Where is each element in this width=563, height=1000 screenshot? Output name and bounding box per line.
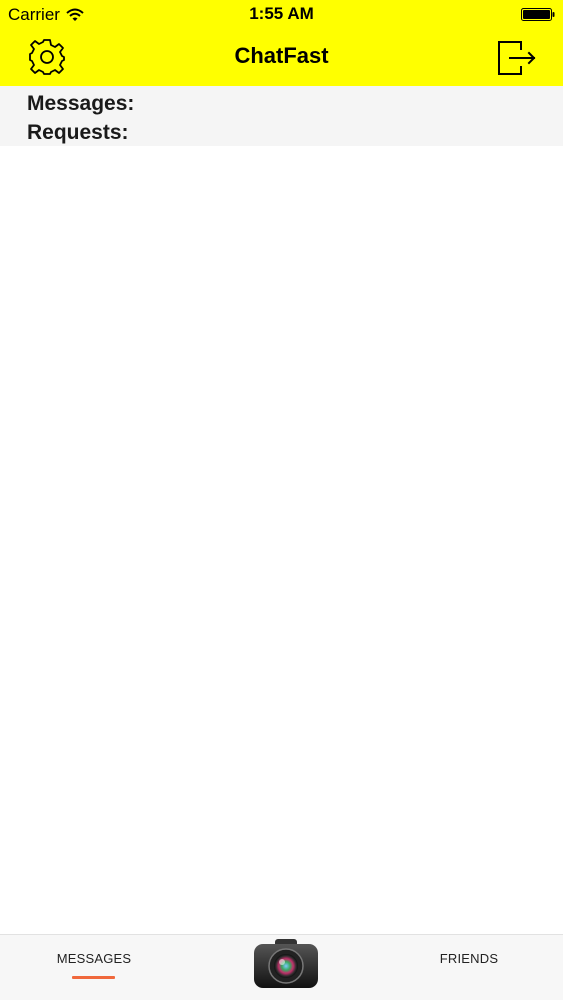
status-time: 1:55 AM bbox=[249, 4, 314, 23]
summary-panel: Messages: Requests: bbox=[0, 86, 563, 146]
logout-icon[interactable] bbox=[497, 40, 537, 76]
status-bar: Carrier 1:55 AM bbox=[0, 0, 563, 28]
nav-bar: ChatFast bbox=[0, 28, 563, 86]
app-title: ChatFast bbox=[234, 43, 329, 68]
tab-friends[interactable]: FRIENDS bbox=[438, 951, 500, 966]
battery-icon bbox=[521, 8, 555, 21]
app-screen: Carrier 1:55 AM ChatFast Messages: Reque… bbox=[0, 0, 563, 1000]
tab-messages[interactable]: MESSAGES bbox=[56, 951, 132, 966]
camera-icon[interactable] bbox=[253, 938, 319, 990]
requests-count-label: Requests: bbox=[27, 121, 129, 144]
tab-bar: MESSAGES FRIENDS bbox=[0, 934, 563, 1000]
tab-selected-indicator bbox=[72, 976, 115, 979]
messages-count-label: Messages: bbox=[27, 92, 135, 115]
messages-list[interactable] bbox=[0, 146, 563, 934]
header: Carrier 1:55 AM ChatFast bbox=[0, 0, 563, 86]
